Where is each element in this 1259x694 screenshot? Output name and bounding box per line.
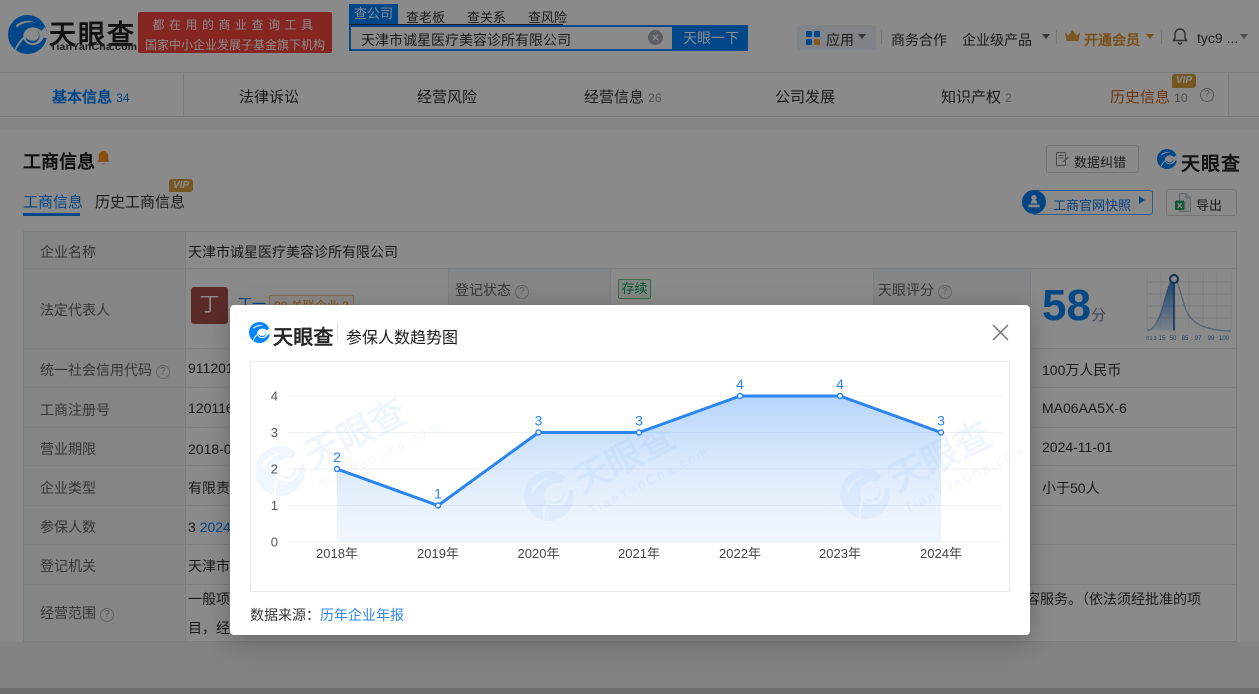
svg-text:3: 3 (635, 413, 643, 429)
svg-text:2024年: 2024年 (920, 546, 962, 561)
svg-text:2019年: 2019年 (417, 546, 459, 561)
svg-text:3: 3 (271, 425, 278, 440)
svg-text:3: 3 (535, 413, 543, 429)
svg-text:0: 0 (271, 535, 278, 550)
svg-text:1: 1 (271, 498, 278, 513)
svg-text:2022年: 2022年 (719, 546, 761, 561)
svg-text:4: 4 (271, 389, 278, 404)
svg-text:2020年: 2020年 (518, 546, 560, 561)
svg-text:3: 3 (937, 413, 945, 429)
svg-text:4: 4 (836, 376, 844, 392)
svg-text:2023年: 2023年 (819, 546, 861, 561)
svg-text:4: 4 (736, 376, 744, 392)
svg-text:1: 1 (434, 486, 442, 502)
svg-text:2018年: 2018年 (316, 546, 358, 561)
svg-text:2: 2 (333, 449, 341, 465)
svg-text:2: 2 (271, 462, 278, 477)
svg-text:2021年: 2021年 (618, 546, 660, 561)
